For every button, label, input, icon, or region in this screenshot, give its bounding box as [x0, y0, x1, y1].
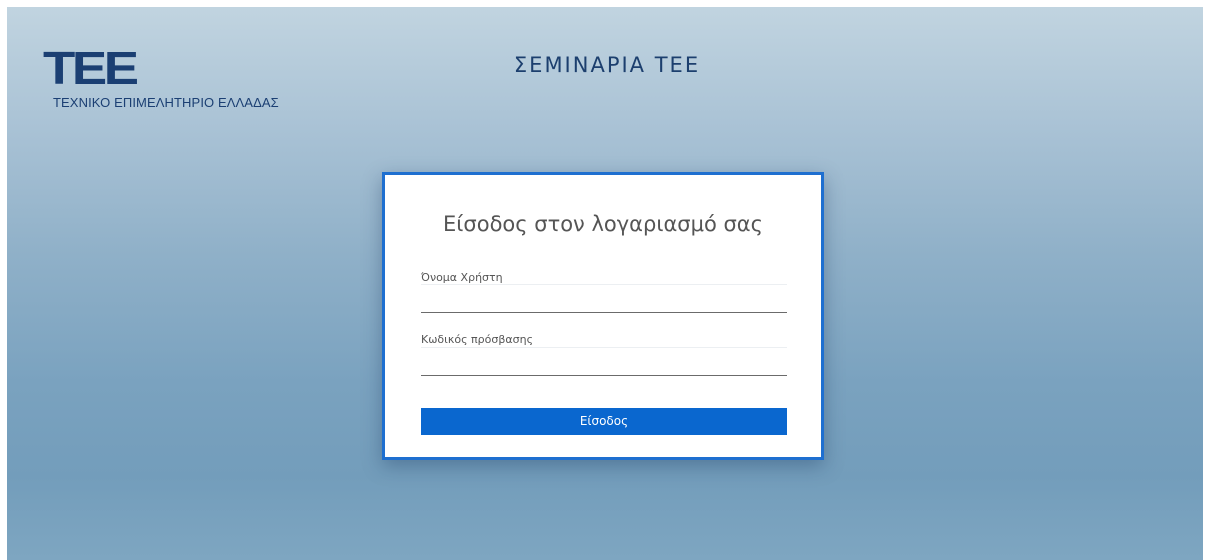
username-input[interactable] — [421, 284, 787, 313]
logo-subtitle: ΤΕΧΝΙΚΟ ΕΠΙΜΕΛΗΤΗΡΙΟ ΕΛΛΑΔΑΣ — [53, 95, 279, 110]
password-input[interactable] — [421, 347, 787, 376]
logo-mark: ΤΕΕ — [43, 42, 139, 94]
username-label: Όνομα Χρήστη — [421, 271, 503, 284]
password-label: Κωδικός πρόσβασης — [421, 333, 534, 346]
site-title: ΣΕΜΙΝΑΡΙΑ ΤΕΕ — [513, 53, 701, 77]
login-title: Είσοδος στον λογαριασμό σας — [443, 212, 763, 236]
tee-logo: ΤΕΕ ΤΕΧΝΙΚΟ ΕΠΙΜΕΛΗΤΗΡΙΟ ΕΛΛΑΔΑΣ — [43, 45, 283, 115]
login-card: Είσοδος στον λογαριασμό σας Όνομα Χρήστη… — [382, 172, 824, 460]
page-background: ΤΕΕ ΤΕΧΝΙΚΟ ΕΠΙΜΕΛΗΤΗΡΙΟ ΕΛΛΑΔΑΣ ΣΕΜΙΝΑΡ… — [7, 7, 1203, 560]
login-submit-button[interactable]: Είσοδος — [421, 408, 787, 435]
